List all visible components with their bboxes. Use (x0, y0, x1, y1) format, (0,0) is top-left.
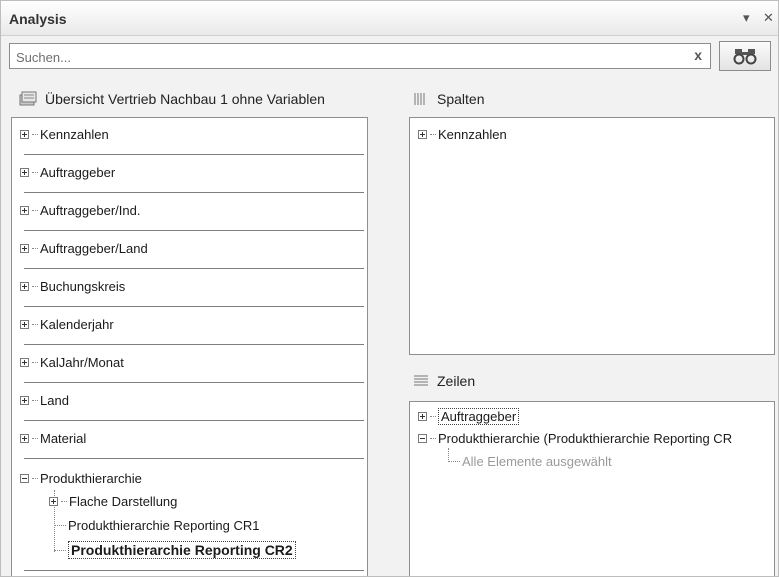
hierarchy-label-selected: Produkthierarchie Reporting CR2 (68, 541, 296, 559)
divider (24, 458, 364, 459)
divider (24, 570, 364, 571)
query-title: Übersicht Vertrieb Nachbau 1 ohne Variab… (45, 91, 325, 107)
field-item-auftraggeber-ind[interactable]: Auftraggeber/Ind. (20, 203, 140, 218)
expand-icon[interactable] (49, 497, 58, 506)
field-label: Buchungskreis (40, 279, 126, 294)
divider (24, 344, 364, 345)
rows-icon (414, 375, 428, 386)
collapse-icon[interactable] (20, 474, 29, 483)
expand-icon[interactable] (20, 168, 29, 177)
expand-icon[interactable] (20, 206, 29, 215)
dropdown-icon[interactable]: ▾ (743, 10, 750, 26)
field-item-buchungskreis[interactable]: Buchungskreis (20, 279, 125, 294)
field-item-auftraggeber-land[interactable]: Auftraggeber/Land (20, 241, 148, 256)
field-label: Material (40, 431, 87, 446)
field-item-material[interactable]: Material (20, 431, 86, 446)
panel-title: Analysis (9, 11, 67, 27)
expand-icon[interactable] (20, 396, 29, 405)
columns-dropzone[interactable]: Kennzahlen (409, 117, 775, 355)
columns-header: Spalten (413, 91, 484, 107)
field-label: Auftraggeber (40, 165, 116, 180)
field-label: Auftraggeber/Ind. (40, 203, 141, 218)
field-item-kennzahlen[interactable]: Kennzahlen (20, 127, 109, 142)
analysis-panel: Analysis ▾ ✕ x Übersicht Vertrieb Nachba… (0, 0, 779, 577)
rows-title: Zeilen (437, 373, 476, 389)
field-item-auftraggeber[interactable]: Auftraggeber (20, 165, 115, 180)
find-button[interactable] (719, 41, 771, 71)
divider (24, 420, 364, 421)
hierarchy-item-flache-darstellung[interactable]: Flache Darstellung (49, 494, 177, 509)
search-field: x (9, 43, 711, 69)
hierarchy-label: Produkthierarchie Reporting CR1 (68, 518, 260, 533)
field-label: KalJahr/Monat (40, 355, 124, 370)
close-icon[interactable]: ✕ (763, 10, 774, 26)
panel-titlebar: Analysis ▾ ✕ (1, 1, 778, 36)
query-header: Übersicht Vertrieb Nachbau 1 ohne Variab… (19, 91, 325, 107)
field-item-kaljahr-monat[interactable]: KalJahr/Monat (20, 355, 124, 370)
field-label: Kalenderjahr (40, 317, 114, 332)
field-label: Land (40, 393, 69, 408)
columns-icon (414, 93, 425, 105)
row-sub-label: Alle Elemente ausgewählt (462, 454, 612, 469)
column-label: Kennzahlen (438, 127, 507, 142)
divider (24, 154, 364, 155)
columns-title: Spalten (437, 91, 485, 107)
hierarchy-item-reporting-cr1[interactable]: Produkthierarchie Reporting CR1 (54, 518, 259, 533)
field-label: Kennzahlen (40, 127, 109, 142)
expand-icon[interactable] (418, 412, 427, 421)
field-item-land[interactable]: Land (20, 393, 69, 408)
divider (24, 306, 364, 307)
collapse-icon[interactable] (418, 434, 427, 443)
divider (24, 268, 364, 269)
expand-icon[interactable] (20, 358, 29, 367)
column-item-kennzahlen[interactable]: Kennzahlen (418, 127, 507, 142)
divider (24, 192, 364, 193)
expand-icon[interactable] (20, 320, 29, 329)
rows-header: Zeilen (413, 373, 475, 389)
field-label: Produkthierarchie (40, 471, 142, 486)
row-item-auftraggeber[interactable]: Auftraggeber (418, 408, 520, 425)
query-icon (19, 91, 37, 106)
expand-icon[interactable] (20, 130, 29, 139)
expand-icon[interactable] (20, 244, 29, 253)
row-item-produkthierarchie[interactable]: Produkthierarchie (Produkthierarchie Rep… (418, 431, 732, 446)
field-item-produkthierarchie[interactable]: Produkthierarchie (20, 471, 142, 486)
field-label: Auftraggeber/Land (40, 241, 148, 256)
row-label: Produkthierarchie (Produkthierarchie Rep… (438, 431, 733, 446)
expand-icon[interactable] (20, 434, 29, 443)
row-sub-item-all-elements[interactable]: Alle Elemente ausgewählt (448, 454, 612, 469)
row-label: Auftraggeber (438, 408, 520, 425)
field-item-kalenderjahr[interactable]: Kalenderjahr (20, 317, 114, 332)
divider (24, 230, 364, 231)
binoculars-icon (733, 49, 757, 65)
hierarchy-label: Flache Darstellung (69, 494, 178, 509)
search-input[interactable] (14, 45, 678, 69)
hierarchy-item-reporting-cr2[interactable]: Produkthierarchie Reporting CR2 (54, 541, 296, 559)
rows-dropzone[interactable]: Auftraggeber Produkthierarchie (Produkth… (409, 401, 775, 576)
expand-icon[interactable] (418, 130, 427, 139)
expand-icon[interactable] (20, 282, 29, 291)
fields-tree: Kennzahlen Auftraggeber Auftraggeber/Ind… (11, 117, 368, 576)
clear-search-icon[interactable]: x (694, 47, 702, 63)
divider (24, 382, 364, 383)
